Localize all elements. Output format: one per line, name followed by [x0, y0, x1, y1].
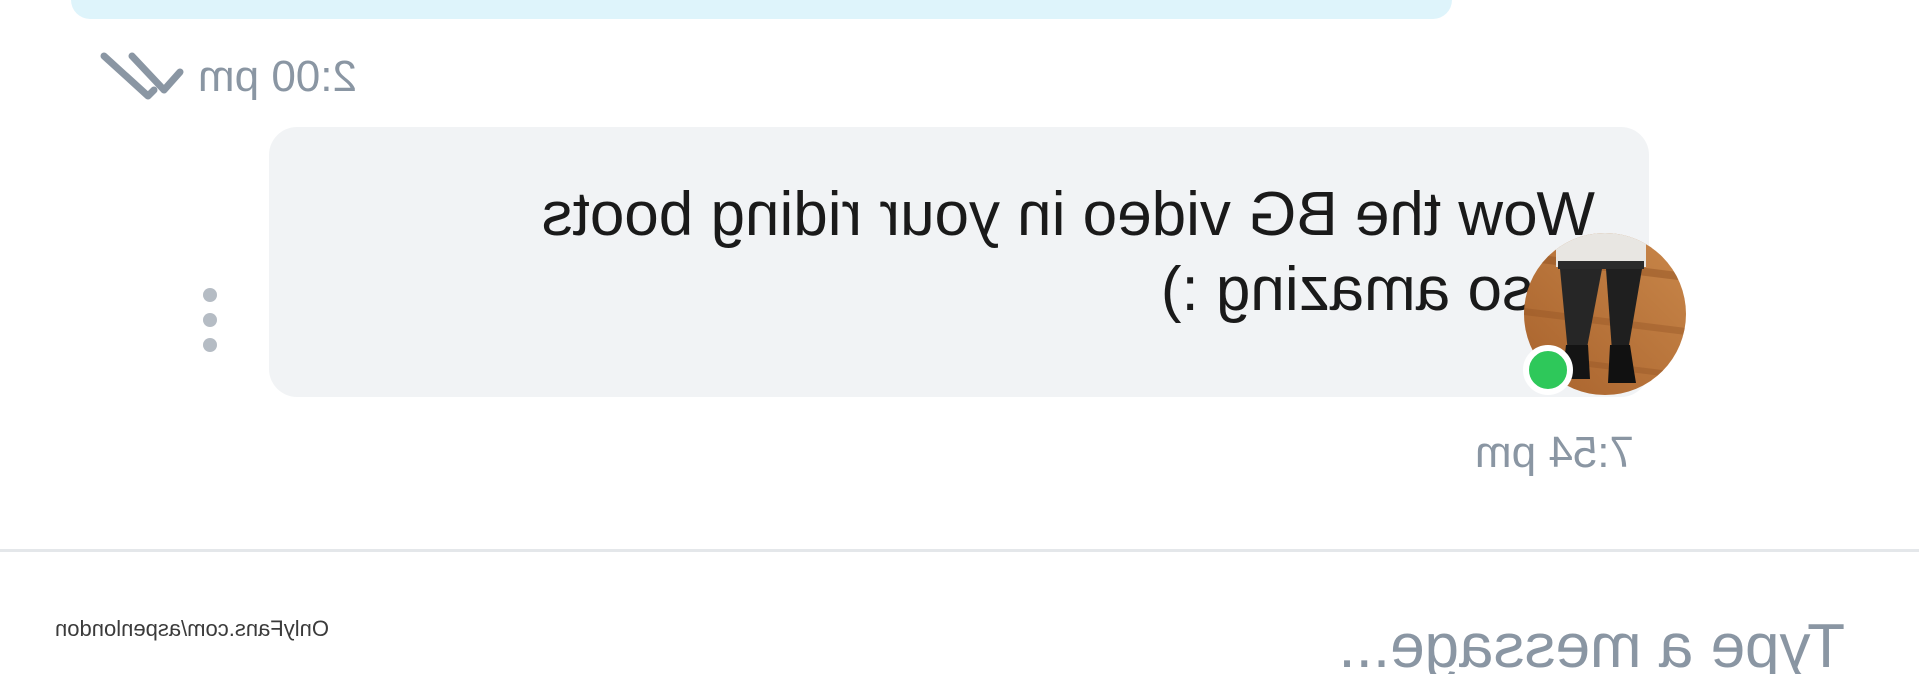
more-vertical-icon-dot [203, 338, 217, 352]
sender-avatar-container[interactable] [1523, 233, 1686, 395]
sent-message-bubble[interactable] [71, 0, 1452, 19]
more-vertical-icon [203, 288, 217, 302]
double-check-icon [100, 52, 184, 100]
more-vertical-icon-dot [203, 313, 217, 327]
message-text-line: Wow the BG video in your riding boots [541, 180, 1595, 249]
watermark: OnlyFans.com/aspenlondon [55, 616, 329, 641]
chat-canvas: 2:00 pm Wow the BG video in your riding … [0, 0, 1919, 674]
message-input[interactable] [945, 610, 1845, 674]
chat-screen: 2:00 pm Wow the BG video in your riding … [0, 0, 1919, 674]
message-options-button[interactable] [196, 288, 224, 352]
online-status-indicator [1523, 345, 1573, 395]
sent-message-time: 2:00 pm [198, 52, 357, 101]
message-text-line: is so amazing :) [1160, 255, 1595, 324]
sent-message-meta: 2:00 pm [100, 50, 357, 104]
received-message-time: 7:54 pm [1475, 428, 1634, 477]
composer-divider [0, 549, 1919, 552]
received-message-bubble[interactable]: Wow the BG video in your riding boots is… [269, 127, 1649, 397]
